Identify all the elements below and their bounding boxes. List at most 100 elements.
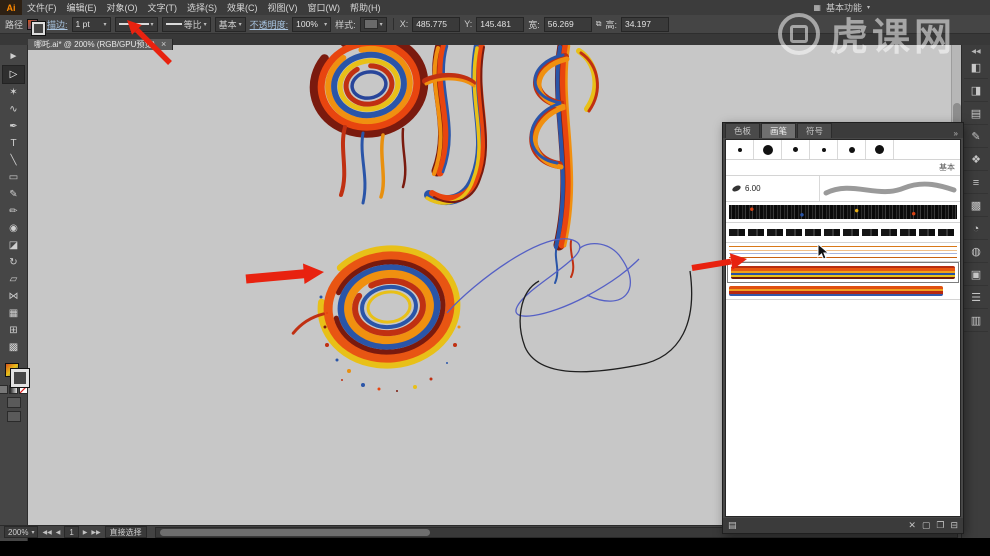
swatches-panel-icon[interactable]: ▤ (964, 103, 988, 125)
brush-libraries-icon[interactable]: ▤ (728, 520, 737, 531)
x-input[interactable] (416, 18, 457, 30)
last-artboard-button[interactable]: ▶▶ (91, 529, 100, 536)
artwork-top-o-drips[interactable] (339, 125, 407, 205)
menu-view[interactable]: 视图(V) (263, 1, 303, 14)
zoom-control[interactable]: 200% ▾ (4, 526, 39, 538)
selection-tool[interactable]: ► (3, 48, 24, 65)
color-panel-icon[interactable]: ◧ (964, 57, 988, 79)
appearance-panel-icon[interactable]: ◍ (964, 241, 988, 263)
brush-definition-caret-icon[interactable]: ▾ (239, 21, 242, 28)
opacity-panel-link[interactable]: 不透明度: (250, 18, 289, 31)
stroke-width-combo[interactable]: ▾ (71, 16, 111, 32)
brush-item-gray-wave[interactable] (820, 176, 960, 201)
zoom-caret-icon[interactable]: ▾ (31, 529, 34, 536)
stroke-well[interactable] (32, 21, 46, 35)
free-transform-tool[interactable]: ▦ (3, 305, 24, 322)
artwork-blue-path[interactable] (446, 238, 640, 317)
paintbrush-tool[interactable]: ✎ (3, 186, 24, 203)
tab-swatches[interactable]: 色板 (725, 123, 761, 138)
opacity-input[interactable] (296, 18, 323, 30)
width-field[interactable] (543, 16, 592, 32)
line-segment-tool[interactable]: ╲ (3, 152, 24, 169)
fill-stroke-wells[interactable] (27, 18, 46, 35)
tab-brushes[interactable]: 画笔 (761, 123, 797, 138)
y-input[interactable] (480, 18, 521, 30)
transparency-panel-icon[interactable]: ◔ (964, 218, 988, 240)
rotate-tool[interactable]: ↻ (3, 254, 24, 271)
artwork-bottom-o[interactable] (285, 242, 462, 375)
y-field[interactable] (476, 16, 525, 32)
menu-edit[interactable]: 编辑(E) (62, 1, 102, 14)
line-style-combo[interactable]: ▾ (114, 16, 158, 32)
remove-brush-stroke-icon[interactable]: ✕ (908, 520, 916, 531)
width-profile-combo[interactable]: 等比 ▾ (161, 16, 211, 32)
layout-switcher-icon[interactable]: ▦ (813, 3, 821, 12)
document-tab[interactable]: 哪吒.ai* @ 200% (RGB/GPU预览) × (28, 39, 174, 50)
opacity-caret-icon[interactable]: ▾ (324, 21, 327, 28)
lasso-tool[interactable]: ∿ (3, 101, 24, 118)
width-tool[interactable]: ⋈ (3, 288, 24, 305)
menu-window[interactable]: 窗口(W) (303, 1, 346, 14)
brush-options-icon[interactable]: ▢ (922, 520, 931, 531)
height-field[interactable] (620, 16, 669, 32)
color-guide-panel-icon[interactable]: ◨ (964, 80, 988, 102)
blob-brush-tool[interactable]: ◉ (3, 220, 24, 237)
constrain-proportions-icon[interactable]: ⧉ (596, 19, 602, 29)
next-artboard-button[interactable]: ▶ (83, 529, 88, 536)
artwork-characters[interactable] (422, 45, 599, 284)
menu-help[interactable]: 帮助(H) (345, 1, 386, 14)
draw-mode-button[interactable] (6, 397, 21, 408)
color-mode-button[interactable] (0, 385, 8, 394)
prev-artboard-button[interactable]: ◀ (56, 529, 61, 536)
magic-wand-tool[interactable]: ✶ (3, 84, 24, 101)
brush-6pt-cell[interactable]: 6.00 (726, 176, 820, 201)
brush-item-dashed[interactable] (726, 223, 960, 243)
dock-expand-icon[interactable]: ◀◀ (971, 45, 980, 57)
menu-type[interactable]: 文字(T) (143, 1, 183, 14)
menu-select[interactable]: 选择(S) (182, 1, 222, 14)
workspace-caret-icon[interactable]: ▾ (867, 4, 870, 11)
brush-item-round-2[interactable] (754, 140, 782, 159)
brush-item-rainbow-selected[interactable] (727, 262, 959, 283)
artwork-top-o[interactable] (307, 45, 432, 142)
brush-item-round-4[interactable] (810, 140, 838, 159)
fill-stroke-indicator[interactable] (4, 362, 29, 387)
brush-definition-combo[interactable]: 基本 ▾ (214, 16, 246, 32)
style-caret-icon[interactable]: ▾ (380, 21, 383, 28)
type-tool[interactable]: T (3, 135, 24, 152)
layers-panel-icon[interactable]: ☰ (964, 287, 988, 309)
brush-item-outline[interactable] (726, 243, 960, 262)
artwork-black-path[interactable] (519, 270, 693, 373)
menu-object[interactable]: 对象(O) (102, 1, 143, 14)
stroke-swatch[interactable] (10, 369, 29, 387)
line-style-caret-icon[interactable]: ▾ (151, 21, 154, 28)
symbols-panel-icon[interactable]: ❖ (964, 149, 988, 171)
brush-item-rainbow-2[interactable] (726, 283, 960, 300)
width-profile-caret-icon[interactable]: ▾ (204, 21, 207, 28)
style-combo[interactable]: ▾ (359, 16, 387, 32)
graphic-styles-panel-icon[interactable]: ▣ (964, 264, 988, 286)
stroke-panel-icon[interactable]: ≡ (964, 172, 988, 194)
opacity-combo[interactable]: ▾ (292, 16, 332, 32)
brush-item-round-5[interactable] (838, 140, 866, 159)
tab-close-icon[interactable]: × (161, 40, 166, 49)
brush-item-round-3[interactable] (782, 140, 810, 159)
gradient-tool[interactable]: ▩ (3, 339, 24, 356)
brushes-panel-icon[interactable]: ✎ (964, 126, 988, 148)
first-artboard-button[interactable]: ◀◀ (42, 529, 51, 536)
pen-tool[interactable]: ✒ (3, 118, 24, 135)
brush-item-round-6[interactable] (866, 140, 894, 159)
width-input[interactable] (547, 18, 588, 30)
menu-effect[interactable]: 效果(C) (222, 1, 263, 14)
horizontal-scrollbar-thumb[interactable] (159, 528, 430, 536)
delete-brush-icon[interactable]: ⊟ (950, 520, 958, 531)
stroke-panel-link[interactable]: 描边: (47, 18, 68, 31)
artboards-panel-icon[interactable]: ▥ (964, 310, 988, 332)
pencil-tool[interactable]: ✏ (3, 203, 24, 220)
mesh-tool[interactable]: ⊞ (3, 322, 24, 339)
gradient-panel-icon[interactable]: ▩ (964, 195, 988, 217)
stroke-width-input[interactable] (75, 18, 102, 30)
eraser-tool[interactable]: ◪ (3, 237, 24, 254)
new-brush-icon[interactable]: ❐ (936, 520, 944, 531)
brush-item-6pt[interactable]: 6.00 (726, 176, 960, 202)
